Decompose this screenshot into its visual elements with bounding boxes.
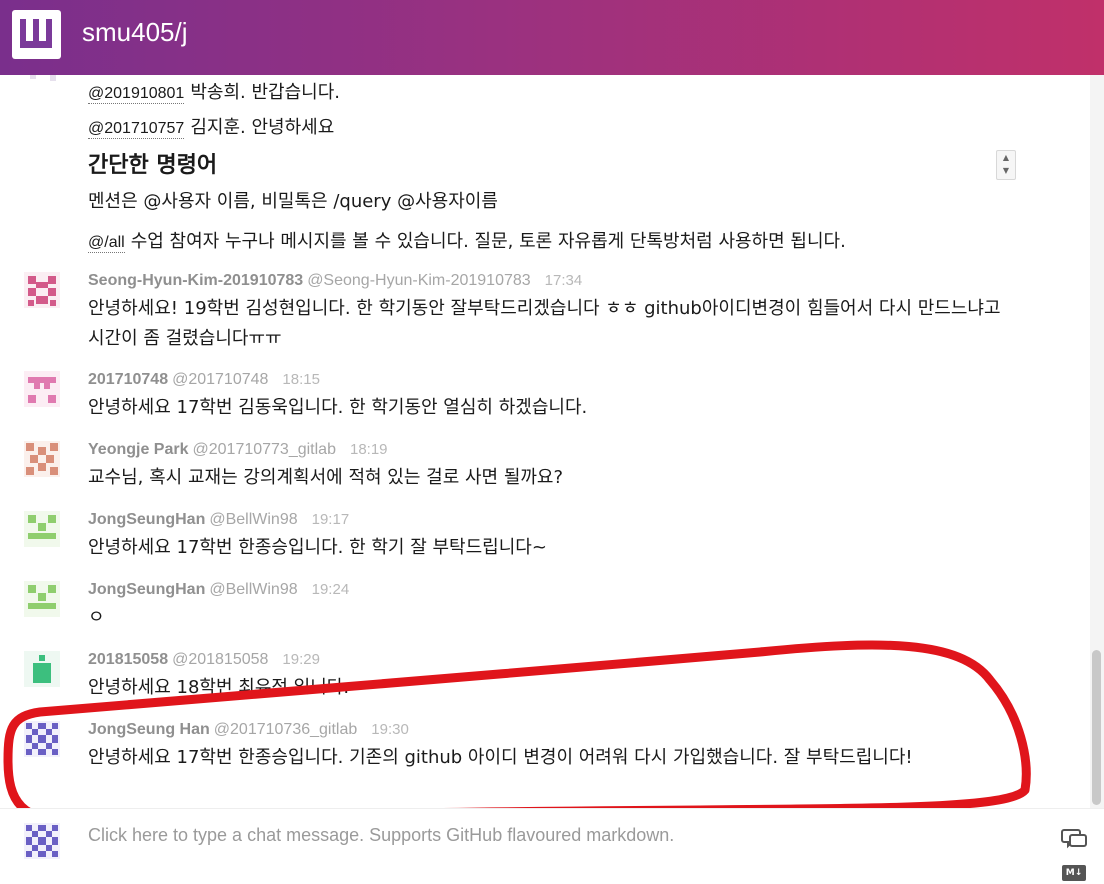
message-meta: 201710748 @201710748 18:15 xyxy=(88,371,320,389)
room-logo[interactable] xyxy=(12,10,61,59)
chat-container[interactable]: @201910801 박송희. 반갑습니다. @201710757 김지훈. 안녕하… xyxy=(0,75,1090,808)
markdown-icon[interactable]: M↓ xyxy=(1062,865,1086,881)
sender-name[interactable]: JongSeungHan xyxy=(88,581,205,598)
user-avatar[interactable] xyxy=(24,721,60,757)
user-avatar[interactable] xyxy=(24,371,60,407)
sender-username[interactable]: @201815058 xyxy=(172,651,268,668)
sender-username[interactable]: @201710748 xyxy=(172,371,268,388)
sender-username[interactable]: @Seong-Hyun-Kim-201910783 xyxy=(307,272,530,289)
message-time[interactable]: 18:19 xyxy=(350,441,388,458)
commands-heading: 간단한 명령어 xyxy=(88,153,218,178)
user-avatar[interactable] xyxy=(24,511,60,547)
chat-bubbles-icon[interactable] xyxy=(1060,827,1088,851)
all-mention-text: 수업 참여자 누구나 메시지를 볼 수 있습니다. 질문, 토론 자유롭게 단톡… xyxy=(130,231,846,252)
message-meta: 201815058 @201815058 19:29 xyxy=(88,651,320,669)
message-meta: JongSeungHan @BellWin98 19:17 xyxy=(88,511,349,529)
message-time[interactable]: 19:24 xyxy=(312,581,350,598)
sender-username[interactable]: @201710773_gitlab xyxy=(193,441,336,458)
intro-text: 박송희. 반갑습니다. xyxy=(190,82,340,103)
scrollbar-thumb[interactable] xyxy=(1092,650,1101,805)
current-user-avatar[interactable] xyxy=(24,823,60,859)
message-meta: Seong-Hyun-Kim-201910783 @Seong-Hyun-Kim-… xyxy=(88,272,582,290)
message-time[interactable]: 18:15 xyxy=(282,371,320,388)
room-header: smu405/j xyxy=(0,0,1104,75)
sender-name[interactable]: Seong-Hyun-Kim-201910783 xyxy=(88,272,303,289)
user-avatar[interactable] xyxy=(24,581,60,617)
message-time[interactable]: 17:34 xyxy=(545,272,583,289)
chat-scrollbar[interactable] xyxy=(1090,75,1104,808)
code-block-scroller[interactable]: ▲ ▼ xyxy=(996,150,1016,180)
sender-username[interactable]: @BellWin98 xyxy=(209,581,297,598)
message-text: 안녕하세요 18학번 최유정 입니다. xyxy=(88,677,350,698)
sender-name[interactable]: JongSeungHan xyxy=(88,511,205,528)
sender-name[interactable]: 201815058 xyxy=(88,651,168,668)
sender-username[interactable]: @201710736_gitlab xyxy=(214,721,357,738)
sender-name[interactable]: Yeongje Park xyxy=(88,441,189,458)
message-time[interactable]: 19:30 xyxy=(371,721,409,738)
message-time[interactable]: 19:17 xyxy=(312,511,350,528)
commands-text: 멘션은 @사용자 이름, 비밀톡은 /query @사용자이름 xyxy=(88,191,498,212)
message-meta: JongSeungHan @BellWin98 19:24 xyxy=(88,581,349,599)
user-avatar[interactable] xyxy=(24,651,60,687)
message-text: 교수님, 혹시 교재는 강의계획서에 적혀 있는 걸로 사면 될까요? xyxy=(88,467,564,488)
chat-message-input[interactable] xyxy=(88,825,1038,846)
message-meta: JongSeung Han @201710736_gitlab 19:30 xyxy=(88,721,409,739)
user-avatar[interactable] xyxy=(24,272,60,308)
intro-line: @201710757 김지훈. 안녕하세요 xyxy=(88,113,334,139)
sender-name[interactable]: 201710748 xyxy=(88,371,168,388)
message-time[interactable]: 19:29 xyxy=(282,651,320,668)
intro-line: @201910801 박송희. 반갑습니다. xyxy=(88,78,340,104)
intro-text: 김지훈. 안녕하세요 xyxy=(190,117,335,138)
message-text: ㅇ xyxy=(88,607,105,628)
message-composer: M↓ xyxy=(0,808,1104,884)
all-mention-line: @/all 수업 참여자 누구나 메시지를 볼 수 있습니다. 질문, 토론 자유… xyxy=(88,227,846,253)
room-title[interactable]: smu405/j xyxy=(82,17,188,48)
all-mention[interactable]: @/all xyxy=(88,234,125,253)
message-text: 안녕하세요! 19학번 김성현입니다. 한 학기동안 잘부탁드리겠습니다 ㅎㅎ … xyxy=(88,298,1001,349)
partial-avatar xyxy=(30,75,56,81)
message-text: 안녕하세요 17학번 한종승입니다. 한 학기 잘 부탁드립니다~ xyxy=(88,537,547,558)
user-mention[interactable]: @201910801 xyxy=(88,85,185,104)
message-text: 안녕하세요 17학번 한종승입니다. 기존의 github 아이디 변경이 어려… xyxy=(88,747,913,768)
message-meta: Yeongje Park @201710773_gitlab 18:19 xyxy=(88,441,388,459)
sender-name[interactable]: JongSeung Han xyxy=(88,721,210,738)
sender-username[interactable]: @BellWin98 xyxy=(209,511,297,528)
user-avatar[interactable] xyxy=(24,441,60,477)
user-mention[interactable]: @201710757 xyxy=(88,120,185,139)
message-text: 안녕하세요 17학번 김동욱입니다. 한 학기동안 열심히 하겠습니다. xyxy=(88,397,588,418)
